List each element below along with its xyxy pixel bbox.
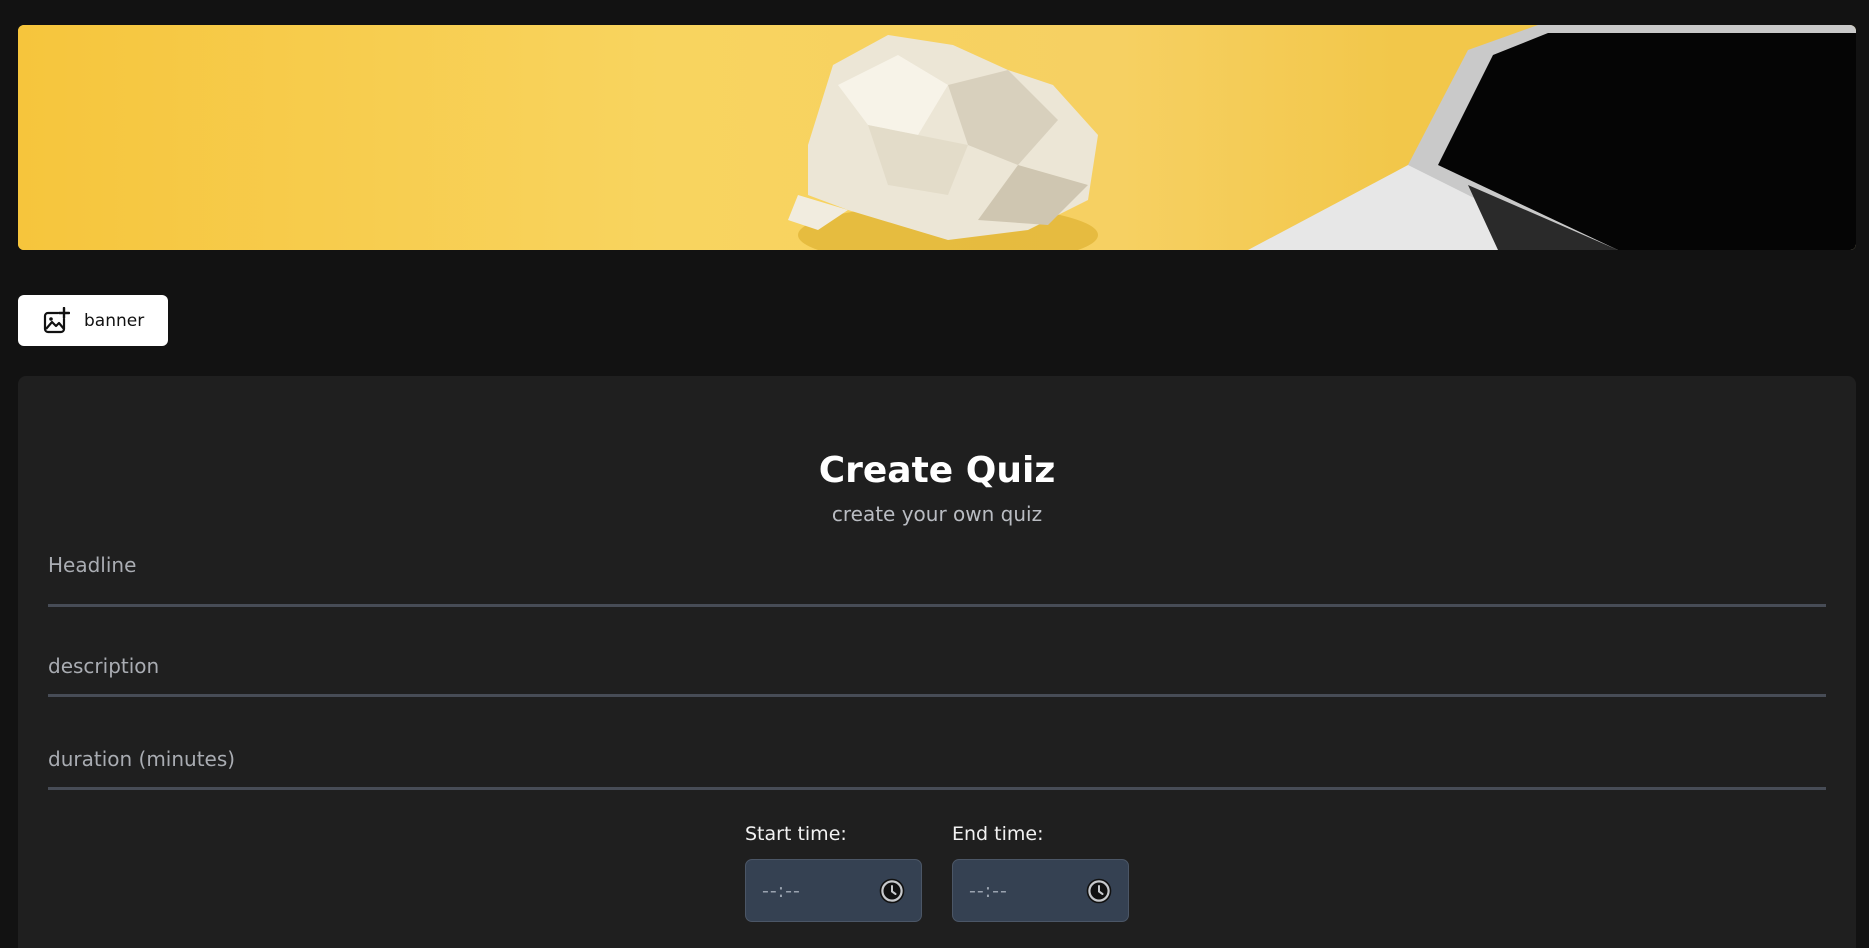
banner-image xyxy=(18,25,1856,250)
page: banner Create Quiz create your own quiz … xyxy=(0,0,1869,948)
end-time-label: End time: xyxy=(952,823,1044,845)
clock-icon[interactable] xyxy=(879,878,905,904)
duration-input[interactable] xyxy=(48,745,1826,790)
form-title: Create Quiz xyxy=(818,450,1056,491)
end-time-value: --:-- xyxy=(969,879,1008,902)
form-subtitle: create your own quiz xyxy=(831,502,1043,526)
add-banner-label: banner xyxy=(84,310,145,331)
image-add-icon xyxy=(42,306,70,335)
end-time-group: End time: --:-- xyxy=(952,823,1129,922)
start-time-group: Start time: --:-- xyxy=(745,823,922,922)
headline-input[interactable] xyxy=(48,547,1826,607)
start-time-value: --:-- xyxy=(762,879,801,902)
banner-photo xyxy=(18,25,1856,250)
start-time-input[interactable]: --:-- xyxy=(745,859,922,922)
add-banner-button[interactable]: banner xyxy=(18,295,168,346)
start-time-label: Start time: xyxy=(745,823,847,845)
end-time-input[interactable]: --:-- xyxy=(952,859,1129,922)
description-input[interactable] xyxy=(48,652,1826,697)
clock-icon[interactable] xyxy=(1086,878,1112,904)
create-quiz-form: Create Quiz create your own quiz Start t… xyxy=(18,376,1856,948)
